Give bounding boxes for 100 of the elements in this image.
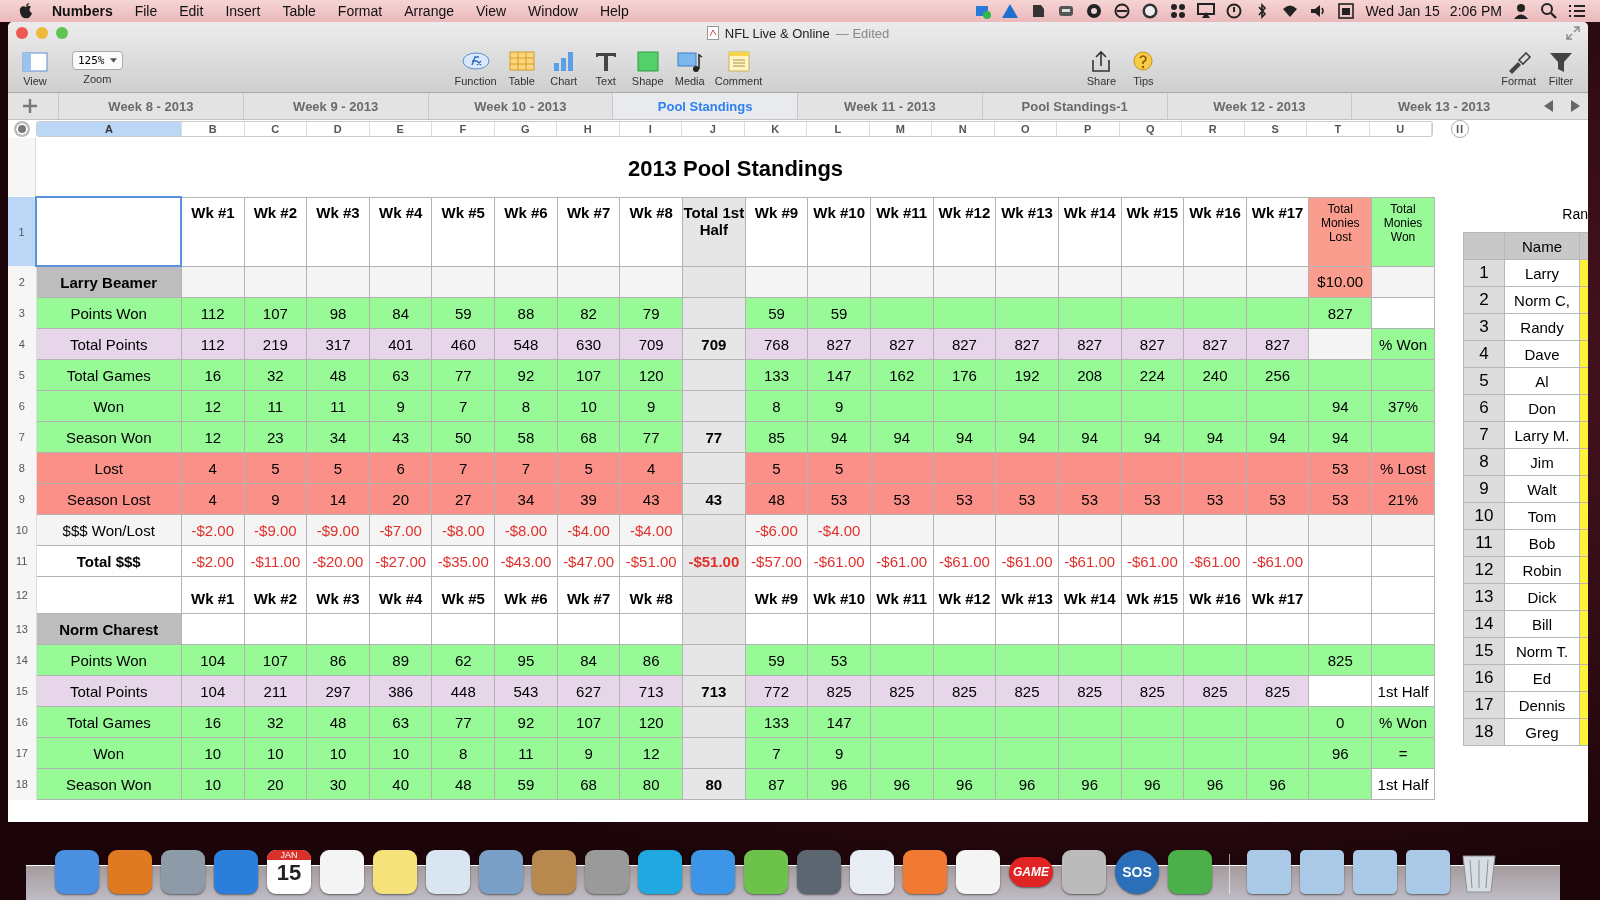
zoom-button[interactable] [56, 27, 68, 39]
circle-icon[interactable] [1085, 2, 1104, 20]
column-header[interactable]: A [37, 122, 182, 136]
game-app-icon[interactable]: GAME [1009, 857, 1053, 887]
menu-item[interactable]: File [134, 3, 158, 19]
circle-icon[interactable] [1113, 2, 1132, 20]
row-number[interactable]: 7 [8, 421, 37, 453]
table-cell: 43 [619, 483, 683, 515]
calendar-icon[interactable] [1337, 2, 1356, 20]
table-cell: 176 [933, 359, 996, 391]
menu-item[interactable]: Table [282, 3, 316, 19]
close-button[interactable] [16, 27, 28, 39]
column-header[interactable]: J [682, 122, 745, 136]
fullscreen-icon[interactable] [1566, 26, 1580, 40]
column-header[interactable]: G [494, 122, 557, 136]
menu-item[interactable]: Format [337, 3, 383, 19]
row-number[interactable]: 9 [8, 483, 37, 515]
toolbar-button[interactable]: Function [452, 49, 499, 87]
toolbar-button[interactable]: Filter [1542, 49, 1580, 87]
toolbar-button[interactable]: Tips [1124, 49, 1163, 87]
row-number[interactable]: 4 [8, 328, 37, 360]
menu-item[interactable]: View [476, 3, 507, 19]
row-number[interactable]: 16 [8, 706, 37, 738]
column-header[interactable]: E [369, 122, 432, 136]
row-number[interactable]: 1 [8, 197, 37, 266]
row-number[interactable]: 12 [8, 576, 37, 614]
column-header[interactable]: B [182, 122, 245, 136]
menu-time[interactable]: 2:06 PM [1449, 3, 1502, 19]
table-cell [682, 706, 746, 738]
column-header[interactable]: T [1307, 122, 1370, 136]
column-header[interactable]: U [1369, 122, 1432, 136]
row-number[interactable]: 17 [8, 737, 37, 769]
clock-icon[interactable] [1225, 2, 1244, 20]
table-cell: 30 [306, 768, 370, 800]
rank-number: 17 [1463, 691, 1505, 719]
table-cell: -$8.00 [494, 514, 558, 546]
row-number[interactable]: 2 [8, 266, 37, 298]
column-header[interactable]: O [994, 122, 1057, 136]
column-header[interactable]: K [744, 122, 807, 136]
menu-date[interactable]: Wed Jan 15 [1365, 3, 1440, 19]
table-cell: 208 [1058, 359, 1121, 391]
menu-item[interactable]: Edit [179, 3, 204, 19]
apple-icon[interactable] [18, 2, 34, 20]
table-cell: 20 [244, 768, 307, 800]
menu-item[interactable]: Help [599, 3, 629, 19]
column-header[interactable]: R [1182, 122, 1245, 136]
row-number[interactable]: 18 [8, 768, 37, 800]
row-number[interactable]: 10 [8, 514, 37, 546]
menu-item[interactable]: Insert [225, 3, 261, 19]
row-number[interactable]: 15 [8, 675, 37, 707]
list-icon[interactable] [1568, 2, 1586, 20]
user-icon[interactable] [1512, 2, 1530, 20]
toolbar-button[interactable]: Format [1499, 49, 1538, 87]
select-all-button[interactable] [14, 121, 30, 137]
menu-item[interactable]: Window [528, 3, 578, 19]
row-number[interactable]: 3 [8, 297, 37, 329]
table-cell: Wk #6 [494, 197, 558, 266]
table-cell: Wk #9 [745, 197, 808, 266]
toolbar-button[interactable]: Text [586, 49, 625, 87]
toolbar-button[interactable]: Table [502, 49, 541, 87]
table-cell: 7 [494, 452, 558, 484]
toolbar-button[interactable]: Share [1082, 49, 1121, 87]
row-number[interactable]: 5 [8, 359, 37, 391]
app-menu[interactable]: Numbers [52, 3, 113, 19]
view-button[interactable]: View [16, 49, 54, 87]
calendar-icon[interactable]: JAN 15 [267, 850, 311, 894]
left-arrow-icon[interactable] [1544, 100, 1554, 112]
sos-app-icon[interactable]: SOS [1115, 850, 1159, 894]
add-sheet-icon[interactable] [22, 98, 38, 114]
column-header[interactable]: C [244, 122, 307, 136]
toolbar-button[interactable]: Shape [628, 49, 667, 87]
toolbar-button[interactable]: Media [670, 49, 709, 87]
row-number[interactable]: 13 [8, 613, 37, 645]
table-cell: 827 [1246, 328, 1309, 360]
table-cell: 12 [181, 421, 245, 453]
toolbar-button[interactable]: Chart [544, 49, 583, 87]
column-header[interactable]: M [869, 122, 932, 136]
column-header[interactable]: L [807, 122, 870, 136]
right-arrow-icon[interactable] [1570, 100, 1580, 112]
row-number[interactable]: 14 [8, 644, 37, 676]
column-header[interactable]: S [1244, 122, 1307, 136]
row-number[interactable]: 6 [8, 390, 37, 422]
table-cell: Wk #16 [1183, 197, 1247, 266]
column-header[interactable]: Q [1119, 122, 1182, 136]
column-header[interactable]: H [557, 122, 620, 136]
column-header[interactable]: I [619, 122, 682, 136]
table-cell: 23 [244, 421, 307, 453]
column-header[interactable]: N [932, 122, 995, 136]
column-header[interactable]: F [432, 122, 495, 136]
row-number[interactable]: 8 [8, 452, 37, 484]
search-icon[interactable] [1540, 2, 1558, 20]
column-header[interactable]: D [307, 122, 370, 136]
zoom-dropdown[interactable]: 125% [72, 51, 123, 70]
airplay-icon[interactable] [1197, 2, 1216, 20]
table-cell: Wk #9 [745, 576, 808, 614]
menu-item[interactable]: Arrange [404, 3, 454, 19]
column-header[interactable]: P [1057, 122, 1120, 136]
table-cell: 21% [1371, 483, 1435, 515]
row-number[interactable]: 11 [8, 545, 37, 577]
toolbar-button[interactable]: Comment [712, 49, 765, 87]
